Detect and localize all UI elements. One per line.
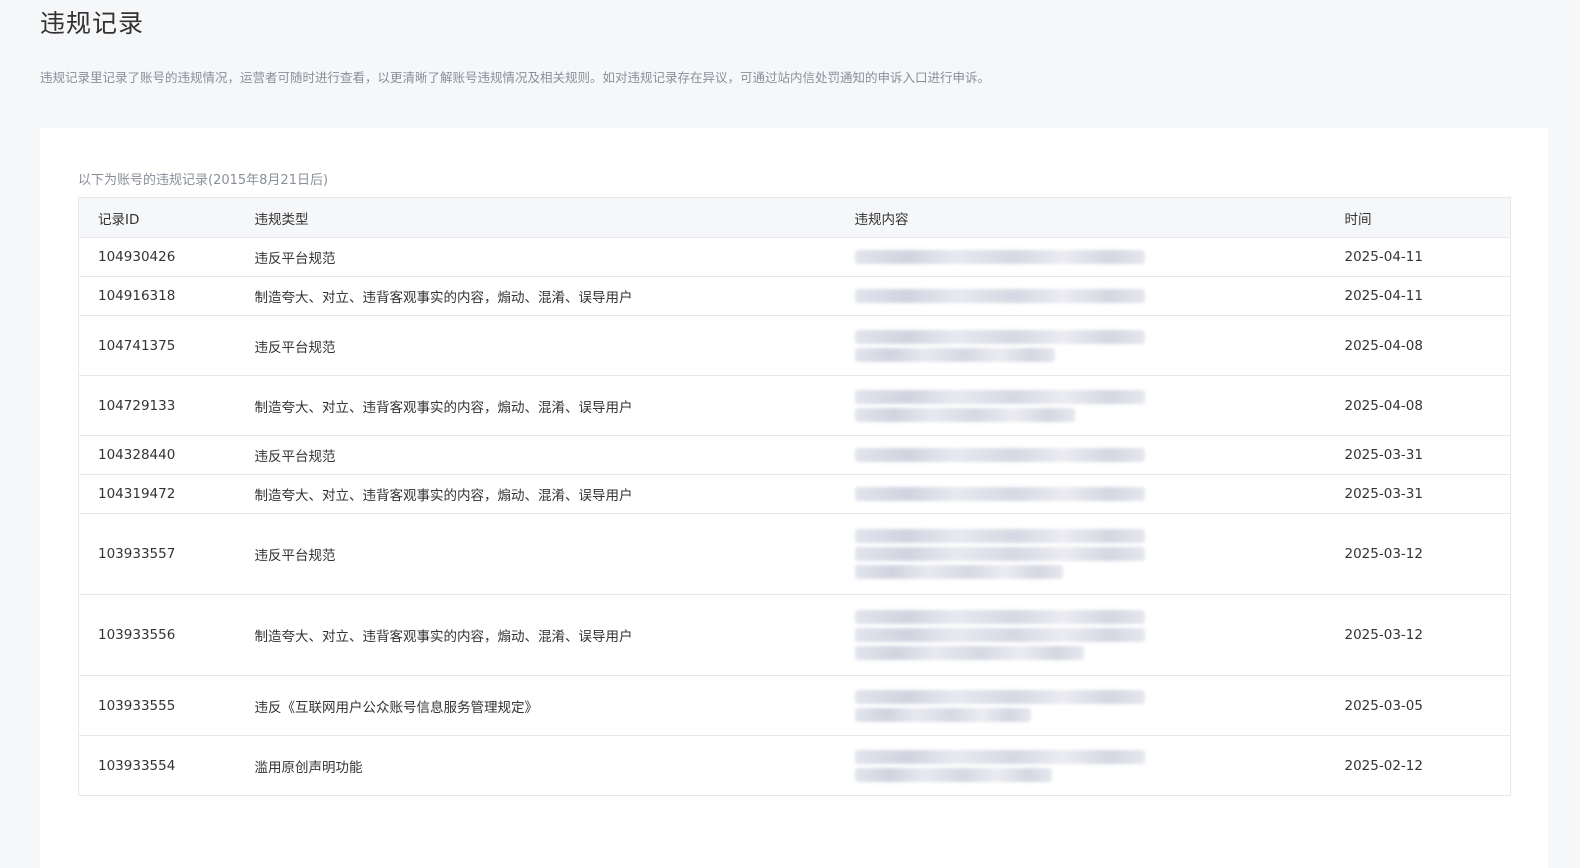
redacted-content-block	[854, 529, 1145, 579]
record-id: 104930426	[78, 237, 255, 277]
violation-type: 制造夸大、对立、违背客观事实的内容，煽动、混淆、误导用户	[254, 375, 855, 436]
violation-type: 制造夸大、对立、违背客观事实的内容，煽动、混淆、误导用户	[254, 276, 855, 316]
table-caption: 以下为账号的违规记录(2015年8月21日后)	[78, 173, 329, 188]
header-time: 时间	[1344, 197, 1511, 238]
violation-type: 违反《互联网用户公众账号信息服务管理规定》	[254, 675, 855, 736]
record-time: 2025-03-31	[1344, 435, 1511, 475]
redacted-line	[854, 250, 1145, 264]
redacted-content-block	[854, 749, 1145, 782]
record-id: 103933554	[78, 735, 255, 796]
violation-type: 违反平台规范	[254, 315, 855, 376]
redacted-content-block	[854, 250, 1145, 264]
redacted-line	[854, 329, 1145, 344]
violation-content-redacted	[854, 276, 1345, 316]
table-row: 104328440 违反平台规范 2025-03-31	[78, 435, 1511, 475]
violation-type: 违反平台规范	[254, 237, 855, 277]
redacted-line	[854, 407, 1075, 422]
violation-content-redacted	[854, 594, 1345, 676]
record-id: 103933555	[78, 675, 255, 736]
violation-content-redacted	[854, 513, 1345, 595]
table-row: 104729133 制造夸大、对立、违背客观事实的内容，煽动、混淆、误导用户 202…	[78, 375, 1511, 436]
record-id: 103933557	[78, 513, 255, 595]
record-time: 2025-04-08	[1344, 315, 1511, 376]
redacted-content-block	[854, 448, 1145, 462]
redacted-line	[854, 547, 1145, 561]
redacted-line	[854, 565, 1064, 579]
record-time: 2025-03-12	[1344, 513, 1511, 595]
violation-type: 滥用原创声明功能	[254, 735, 855, 796]
redacted-line	[854, 749, 1145, 764]
redacted-content-block	[854, 610, 1145, 660]
table-row: 104930426 违反平台规范 2025-04-11	[78, 237, 1511, 277]
table-row: 103933554 滥用原创声明功能 2025-02-12	[78, 735, 1511, 796]
violation-type: 制造夸大、对立、违背客观事实的内容，煽动、混淆、误导用户	[254, 594, 855, 676]
table-row: 103933556 制造夸大、对立、违背客观事实的内容，煽动、混淆、误导用户 202…	[78, 594, 1511, 676]
redacted-line	[854, 646, 1084, 660]
redacted-line	[854, 347, 1055, 362]
violation-content-redacted	[854, 375, 1345, 436]
redacted-content-block	[854, 389, 1145, 422]
redacted-content-block	[854, 689, 1145, 722]
redacted-line	[854, 628, 1145, 642]
record-id: 104916318	[78, 276, 255, 316]
header-record-id: 记录ID	[78, 197, 255, 238]
table-row: 103933557 违反平台规范 2025-03-12	[78, 513, 1511, 595]
violation-content-redacted	[854, 315, 1345, 376]
violation-type: 违反平台规范	[254, 513, 855, 595]
redacted-content-block	[854, 289, 1145, 303]
violation-content-redacted	[854, 735, 1345, 796]
redacted-line	[854, 689, 1145, 704]
redacted-line	[854, 289, 1145, 303]
page-description: 违规记录里记录了账号的违规情况，运营者可随时进行查看，以更清晰了解账号违规情况及…	[40, 70, 991, 85]
redacted-line	[854, 529, 1145, 543]
table-body: 104930426 违反平台规范 2025-04-11 104916318 制造夸大、对…	[78, 237, 1511, 796]
record-id: 104319472	[78, 474, 255, 514]
violation-type: 制造夸大、对立、违背客观事实的内容，煽动、混淆、误导用户	[254, 474, 855, 514]
record-id: 104729133	[78, 375, 255, 436]
record-time: 2025-04-11	[1344, 276, 1511, 316]
violation-content-redacted	[854, 675, 1345, 736]
redacted-content-block	[854, 487, 1145, 501]
record-time: 2025-03-12	[1344, 594, 1511, 676]
table-row: 103933555 违反《互联网用户公众账号信息服务管理规定》 2025-03-05	[78, 675, 1511, 736]
table-row: 104319472 制造夸大、对立、违背客观事实的内容，煽动、混淆、误导用户 202…	[78, 474, 1511, 514]
table-header-row: 记录ID 违规类型 违规内容 时间	[78, 197, 1511, 238]
record-time: 2025-03-31	[1344, 474, 1511, 514]
record-id: 103933556	[78, 594, 255, 676]
record-time: 2025-04-11	[1344, 237, 1511, 277]
table-row: 104741375 违反平台规范 2025-04-08	[78, 315, 1511, 376]
header-violation-content: 违规内容	[854, 197, 1345, 238]
redacted-content-block	[854, 329, 1145, 362]
record-time: 2025-03-05	[1344, 675, 1511, 736]
table-row: 104916318 制造夸大、对立、违背客观事实的内容，煽动、混淆、误导用户 202…	[78, 276, 1511, 316]
violation-content-redacted	[854, 474, 1345, 514]
redacted-line	[854, 389, 1145, 404]
violation-content-redacted	[854, 237, 1345, 277]
redacted-line	[854, 767, 1052, 782]
violation-content-redacted	[854, 435, 1345, 475]
redacted-line	[854, 448, 1145, 462]
header-violation-type: 违规类型	[254, 197, 855, 238]
record-id: 104328440	[78, 435, 255, 475]
redacted-line	[854, 487, 1145, 501]
violation-type: 违反平台规范	[254, 435, 855, 475]
page-title: 违规记录	[40, 9, 145, 38]
record-time: 2025-02-12	[1344, 735, 1511, 796]
redacted-line	[854, 610, 1145, 624]
violation-records-table: 记录ID 违规类型 违规内容 时间 104930426 违反平台规范 2025-04…	[78, 197, 1511, 796]
redacted-line	[854, 707, 1032, 722]
record-time: 2025-04-08	[1344, 375, 1511, 436]
record-id: 104741375	[78, 315, 255, 376]
records-card: 以下为账号的违规记录(2015年8月21日后) 记录ID 违规类型 违规内容 时…	[40, 128, 1548, 868]
